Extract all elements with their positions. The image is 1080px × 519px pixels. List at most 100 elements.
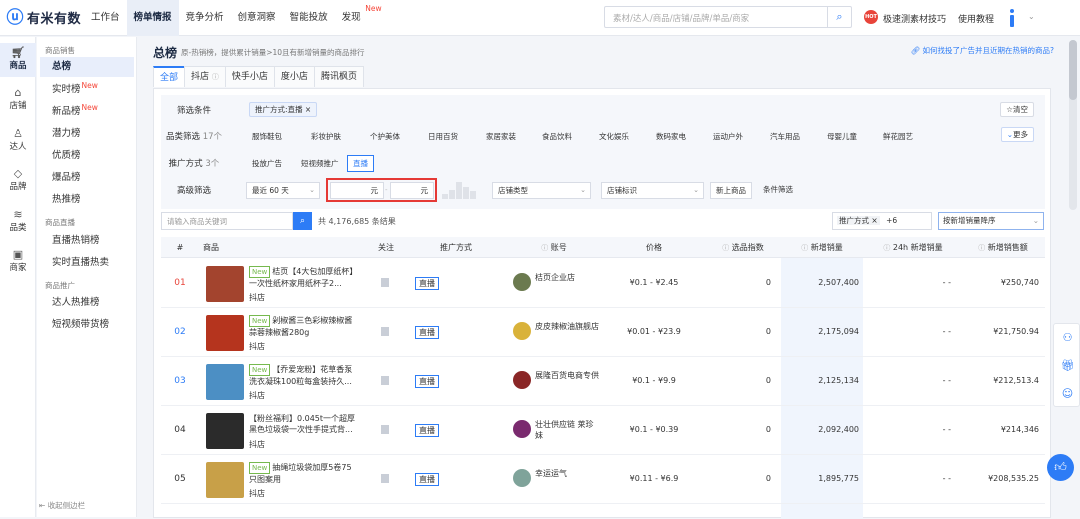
hot-link[interactable]: 极速测素材技巧	[883, 12, 946, 25]
nav-workbench[interactable]: 工作台	[84, 0, 127, 36]
sidebar-item-brand[interactable]: ◇ 品牌	[0, 164, 36, 198]
account-avatar[interactable]	[513, 371, 531, 389]
collapse-sidebar-button[interactable]: ⇤ 收起侧边栏	[39, 500, 85, 511]
product-name[interactable]: 【粉丝福利】0.045t一个超厚黑色垃圾袋一次性手提式背...	[249, 413, 359, 435]
category-item[interactable]: 文化娱乐	[599, 131, 629, 142]
table-row[interactable]: 02 New 剁椒酱三色彩椒辣椒酱蒜蓉辣椒酱280g 抖店 直播 皮皮辣椒油旗舰店 ¥0.0…	[161, 308, 1045, 357]
promo-method-select[interactable]: 推广方式 × +6	[832, 212, 932, 230]
group-icon[interactable]: ⚇	[1061, 331, 1074, 344]
account-name[interactable]: 壮壮供应链 莱珍妹	[535, 419, 601, 441]
keyword-input[interactable]: 请输入商品关键词	[161, 212, 293, 230]
sort-select[interactable]: 按新增销量降序 ⌄	[938, 212, 1044, 230]
account-name[interactable]: 幸运运气	[535, 468, 601, 479]
subnav-item-influencer-push[interactable]: 达人热推榜	[40, 293, 134, 313]
promo-ads[interactable]: 投放广告	[246, 155, 288, 172]
account-name[interactable]: 桔页企业店	[535, 272, 601, 283]
product-name[interactable]: New 剁椒酱三色彩椒辣椒酱蒜蓉辣椒酱280g	[249, 315, 359, 338]
product-thumbnail[interactable]	[206, 462, 244, 498]
product-name[interactable]: New 桔页【4大包加厚纸杯】一次性纸杯家用纸杯子2...	[249, 266, 359, 289]
bookmark-icon[interactable]	[381, 327, 389, 336]
account-avatar[interactable]	[513, 322, 531, 340]
category-item[interactable]: 彩妆护肤	[311, 131, 341, 142]
like-icon[interactable]: 👍︎	[1047, 454, 1074, 481]
bookmark-icon[interactable]	[381, 425, 389, 434]
search-input[interactable]: 素材/达人/商品/店铺/品牌/单品/商家 ⌕	[604, 6, 852, 28]
th-sales[interactable]: ⓘ 新增销量	[781, 237, 863, 258]
search-button[interactable]: ⌕	[827, 7, 851, 27]
account-avatar[interactable]	[513, 469, 531, 487]
tab-all[interactable]: 全部	[153, 66, 186, 87]
tutorial-link[interactable]: 使用教程	[958, 12, 994, 25]
subnav-item-hot[interactable]: 爆品榜	[40, 168, 134, 188]
category-item[interactable]: 汽车用品	[770, 131, 800, 142]
condition-filter-button[interactable]: 条件筛选	[758, 182, 798, 199]
th-index[interactable]: ⓘ 选品指数	[707, 237, 779, 258]
nav-competition[interactable]: 竞争分析	[179, 0, 231, 36]
product-thumbnail[interactable]	[206, 364, 244, 400]
category-item[interactable]: 鲜花园艺	[883, 131, 913, 142]
subnav-item-video-sales[interactable]: 短视频带货榜	[40, 315, 134, 335]
category-item[interactable]: 母婴儿童	[827, 131, 857, 142]
new-products-button[interactable]: 新上商品	[710, 182, 752, 199]
th-sales24[interactable]: ⓘ 24h 新增销量	[867, 237, 959, 258]
bookmark-icon[interactable]	[381, 278, 389, 287]
category-item[interactable]: 个护美体	[370, 131, 400, 142]
clear-filters-button[interactable]: ☆清空	[1000, 102, 1034, 117]
user-icon[interactable]	[1008, 9, 1016, 27]
sidebar-item-store[interactable]: ⌂ 店铺	[0, 83, 36, 117]
product-thumbnail[interactable]	[206, 266, 244, 302]
category-item[interactable]: 食品饮料	[542, 131, 572, 142]
account-avatar[interactable]	[513, 420, 531, 438]
subnav-item-potential[interactable]: 潜力榜	[40, 124, 134, 144]
nav-rankings[interactable]: 榜单情报	[126, 0, 179, 36]
table-row[interactable]: 03 New 【乔爱宠粉】花草香泵洗衣凝珠100粒每盒装持久... 抖店 直播 展隆百货电…	[161, 357, 1045, 406]
sidebar-item-influencer[interactable]: ♙ 达人	[0, 124, 36, 158]
account-name[interactable]: 皮皮辣椒油旗舰店	[535, 321, 601, 332]
th-amount[interactable]: ⓘ 新增销售额	[961, 237, 1045, 258]
category-item[interactable]: 日用百货	[428, 131, 458, 142]
gift-icon[interactable]: 🎁︎	[1061, 359, 1075, 372]
active-filter-chip[interactable]: 推广方式:直播 ×	[249, 102, 318, 117]
subnav-item-realtime[interactable]: 实时榜New	[40, 80, 134, 100]
product-thumbnail[interactable]	[206, 413, 244, 449]
product-name[interactable]: New 【乔爱宠粉】花草香泵洗衣凝珠100粒每盒装持久...	[249, 364, 359, 387]
nav-discover[interactable]: 发现 New	[335, 0, 382, 36]
promo-short-video[interactable]: 短视频推广	[295, 155, 345, 172]
account-avatar[interactable]	[513, 273, 531, 291]
sidebar-item-merchant[interactable]: ▣ 商家	[0, 245, 36, 279]
account-name[interactable]: 展隆百货电商专供	[535, 370, 601, 381]
promo-live[interactable]: 直播	[347, 155, 374, 172]
table-row[interactable]: 05 New 抽绳垃圾袋加厚5卷75只图案用 抖店 直播 幸运运气 ¥0.11 - ¥6.9…	[161, 455, 1045, 504]
tab-kuaishou[interactable]: 快手小店	[224, 66, 275, 87]
nav-creative[interactable]: 创意洞察	[231, 0, 283, 36]
bookmark-icon[interactable]	[381, 474, 389, 483]
product-name[interactable]: New 抽绳垃圾袋加厚5卷75只图案用	[249, 462, 359, 485]
subnav-item-quality[interactable]: 优质榜	[40, 146, 134, 166]
tab-tencent[interactable]: 腾讯枫页	[313, 66, 364, 87]
period-select[interactable]: 最近 60 天 ⌄	[246, 182, 320, 199]
sidebar-item-goods[interactable]: 🛒︎ 商品	[0, 43, 36, 77]
store-tag-select[interactable]: 店铺标识 ⌄	[601, 182, 704, 199]
table-row[interactable]: 01 New 桔页【4大包加厚纸杯】一次性纸杯家用纸杯子2... 抖店 直播 桔页企业店 ¥…	[161, 259, 1045, 308]
tab-douyin-store[interactable]: 抖店 ⓘ	[184, 66, 226, 87]
logo[interactable]: ⓤ 有米有数	[6, 8, 81, 28]
bookmark-icon[interactable]	[381, 376, 389, 385]
subnav-item-live-sales[interactable]: 直播热销榜	[40, 231, 134, 251]
category-item[interactable]: 家居家装	[486, 131, 516, 142]
subnav-item-newproduct[interactable]: 新品榜New	[40, 102, 134, 122]
more-categories-button[interactable]: ⌄更多	[1000, 127, 1034, 142]
category-item[interactable]: 运动户外	[713, 131, 743, 142]
category-item[interactable]: 数码家电	[656, 131, 686, 142]
help-link[interactable]: 🔗︎ 如何找投了广告并且近期在热销的商品?	[911, 45, 1054, 56]
chevron-down-icon[interactable]: ⌄	[1028, 12, 1035, 21]
nav-ads[interactable]: 智能投放	[283, 0, 335, 36]
sidebar-item-category[interactable]: ≋ 品类	[0, 205, 36, 239]
table-row[interactable]: 04 【粉丝福利】0.045t一个超厚黑色垃圾袋一次性手提式背... 抖店 直播 壮壮供…	[161, 406, 1045, 455]
product-thumbnail[interactable]	[206, 315, 244, 351]
subnav-item-total[interactable]: 总榜	[40, 57, 134, 77]
store-type-select[interactable]: 店铺类型 ⌄	[492, 182, 591, 199]
scrollbar-thumb[interactable]	[1069, 40, 1077, 100]
subnav-item-promoted[interactable]: 热推榜	[40, 190, 134, 210]
tab-duxiaodian[interactable]: 度小店	[273, 66, 315, 87]
chat-icon[interactable]: ☺	[1061, 387, 1074, 400]
